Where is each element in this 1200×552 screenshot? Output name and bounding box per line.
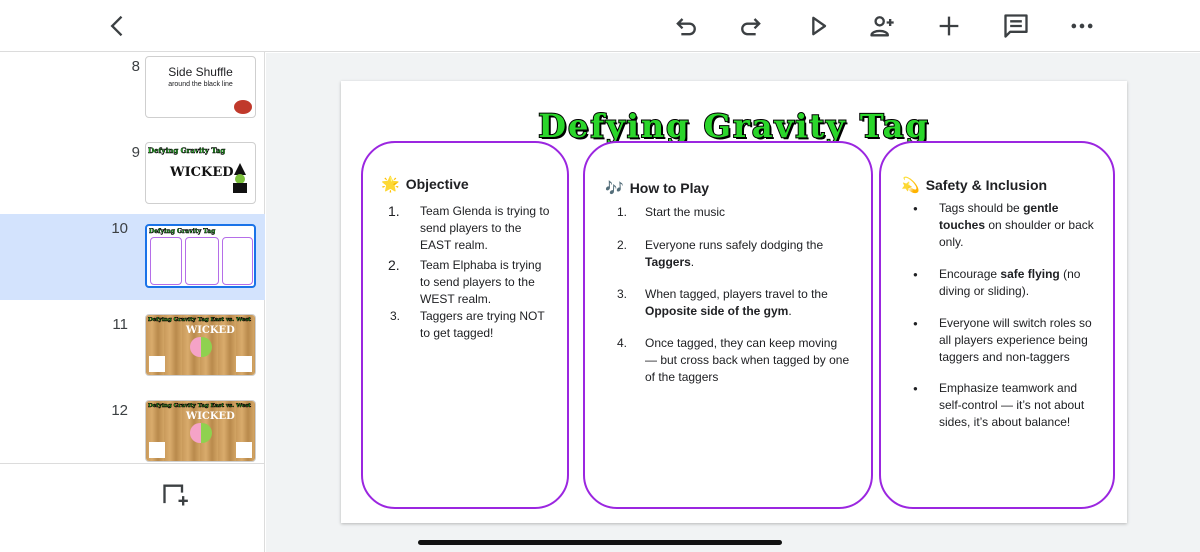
back-icon[interactable] bbox=[98, 6, 138, 46]
list-item: ● Emphasize teamwork and self-control — … bbox=[913, 381, 1085, 429]
slide-thumbnail-11[interactable]: 11 Defying Gravity Tag East vs. West WIC… bbox=[0, 310, 265, 396]
list-item: 1. Start the music bbox=[617, 205, 726, 219]
thumbnail: Defying Gravity Tag WICKED bbox=[145, 142, 256, 204]
dizzy-icon: 💫 bbox=[901, 177, 920, 194]
list-item: 3. When tagged, players travel to the Op… bbox=[617, 287, 828, 318]
music-notes-icon: 🎶 bbox=[605, 180, 624, 197]
thumb-title: Defying Gravity Tag bbox=[149, 228, 216, 235]
how-to-play-panel[interactable]: 🎶 How to Play 1. Start the music 2. Ever… bbox=[583, 141, 873, 509]
slide-thumbnail-12[interactable]: 12 Defying Gravity Tag East vs. West WIC… bbox=[0, 396, 265, 482]
thumbnail: Defying Gravity Tag bbox=[145, 224, 256, 288]
panel-heading: 🎶 How to Play bbox=[605, 179, 709, 197]
logo-image bbox=[236, 356, 252, 372]
list-item: 2. Everyone runs safely dodging the Tagg… bbox=[617, 238, 824, 269]
star-icon: 🌟 bbox=[381, 176, 400, 193]
list-item: ● Everyone will switch roles so all play… bbox=[913, 316, 1092, 364]
logo-image bbox=[149, 356, 165, 372]
thumbnail: Defying Gravity Tag East vs. West WICKED bbox=[145, 400, 256, 462]
thumbnail: Defying Gravity Tag East vs. West WICKED bbox=[145, 314, 256, 376]
slide-thumbnail-8[interactable]: 8 Side Shuffle around the black line bbox=[0, 52, 265, 138]
panel-heading: 💫 Safety & Inclusion bbox=[901, 176, 1047, 194]
slide-number: 10 bbox=[111, 220, 128, 237]
objective-panel[interactable]: 🌟 Objective 1. Team Glenda is trying to … bbox=[361, 141, 569, 509]
top-toolbar bbox=[0, 0, 1200, 52]
mascot-logo bbox=[234, 100, 252, 114]
thumb-subtitle: WICKED bbox=[170, 165, 234, 180]
add-person-icon[interactable] bbox=[862, 6, 902, 46]
thumb-subtitle: WICKED bbox=[186, 325, 235, 336]
mini-panel bbox=[185, 237, 219, 285]
slide-number: 8 bbox=[131, 58, 140, 75]
slide-number: 9 bbox=[131, 144, 140, 161]
slide-thumbnail-9[interactable]: 9 Defying Gravity Tag WICKED bbox=[0, 138, 265, 224]
list-item: 2. Team Elphaba is trying to send player… bbox=[388, 257, 542, 306]
plus-icon[interactable] bbox=[929, 6, 969, 46]
comment-icon[interactable] bbox=[996, 6, 1036, 46]
logo-image bbox=[236, 442, 252, 458]
slide-canvas: Defying Gravity Tag 🌟 Objective 1. Team … bbox=[266, 53, 1200, 552]
slide-title[interactable]: Defying Gravity Tag bbox=[341, 106, 1127, 146]
panel-heading: 🌟 Objective bbox=[381, 175, 469, 193]
thumb-title: Defying Gravity Tag East vs. West bbox=[148, 403, 251, 409]
witch-image bbox=[230, 163, 248, 193]
redo-icon[interactable] bbox=[731, 6, 771, 46]
heading-text: Objective bbox=[405, 176, 469, 192]
play-icon[interactable] bbox=[798, 6, 838, 46]
mini-panel bbox=[150, 237, 182, 285]
heading-text: Safety & Inclusion bbox=[925, 177, 1048, 193]
mini-panel bbox=[222, 237, 253, 285]
home-indicator[interactable] bbox=[418, 540, 782, 545]
slide-filmstrip: 8 Side Shuffle around the black line 9 D… bbox=[0, 52, 265, 552]
thumbnail: Side Shuffle around the black line bbox=[145, 56, 256, 118]
undo-icon[interactable] bbox=[666, 6, 706, 46]
safety-inclusion-panel[interactable]: 💫 Safety & Inclusion ● Tags should be ge… bbox=[879, 141, 1115, 509]
list-item: 3. Taggers are trying NOT to get tagged! bbox=[390, 309, 545, 340]
list-item: 4. Once tagged, they can keep moving — b… bbox=[617, 336, 850, 384]
heart-image bbox=[190, 337, 212, 357]
filmstrip-divider bbox=[0, 463, 265, 464]
slide-number: 11 bbox=[112, 316, 128, 333]
heading-text: How to Play bbox=[629, 180, 710, 196]
thumb-subtitle: WICKED bbox=[186, 411, 235, 422]
thumb-title: Defying Gravity Tag East vs. West bbox=[148, 317, 251, 323]
add-slide-icon[interactable] bbox=[158, 478, 192, 512]
heart-image bbox=[190, 423, 212, 443]
slide-number: 12 bbox=[111, 402, 128, 419]
thumb-title: Side Shuffle bbox=[168, 65, 233, 79]
logo-image bbox=[149, 442, 165, 458]
thumb-title: Defying Gravity Tag bbox=[148, 146, 226, 155]
more-icon[interactable] bbox=[1062, 6, 1102, 46]
slides-app: 8 Side Shuffle around the black line 9 D… bbox=[0, 0, 1200, 552]
slide-thumbnail-10[interactable]: 10 Defying Gravity Tag bbox=[0, 214, 265, 300]
list-item: 1. Team Glenda is trying to send players… bbox=[388, 203, 550, 252]
thumb-subtitle: around the black line bbox=[168, 81, 233, 88]
list-item: ● Tags should be gentle touches on shoul… bbox=[913, 201, 1094, 249]
list-item: ● Encourage safe flying (no diving or sl… bbox=[913, 267, 1081, 298]
current-slide[interactable]: Defying Gravity Tag 🌟 Objective 1. Team … bbox=[341, 81, 1127, 523]
